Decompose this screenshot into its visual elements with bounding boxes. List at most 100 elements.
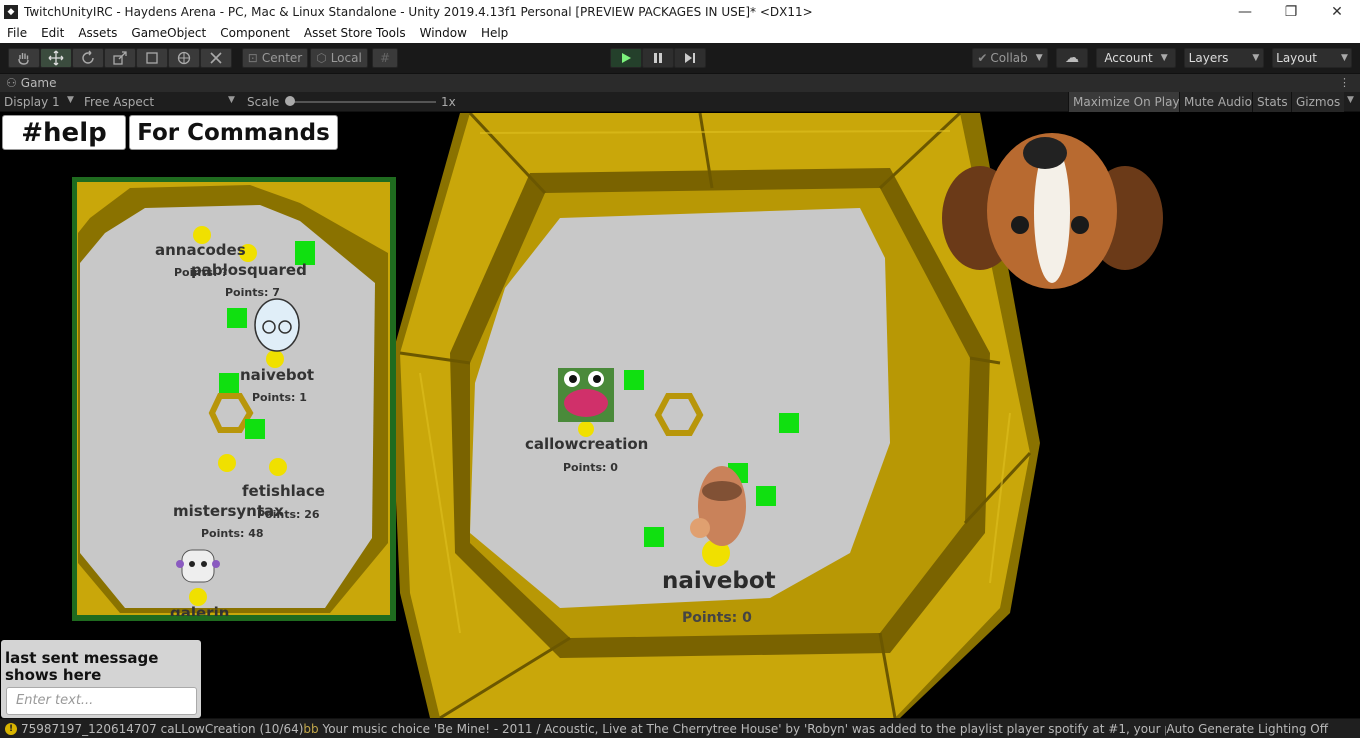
chevron-down-icon: ▼ — [1252, 53, 1260, 63]
player-name: pablosquared — [191, 261, 307, 279]
cloud-button[interactable]: ☁ — [1056, 48, 1088, 68]
aspect-dropdown[interactable]: Free Aspect — [84, 95, 154, 109]
transform-tool-button[interactable] — [168, 48, 200, 68]
tab-options-icon[interactable]: ⋮ — [1339, 76, 1350, 89]
menu-asset-store-tools[interactable]: Asset Store Tools — [297, 23, 413, 43]
main-toolbar: ⊡ Center ⬡ Local # ✔ Collab ▼ ☁ Account — [0, 43, 1360, 73]
player-points: Points: 7 — [225, 286, 280, 299]
player-name: naivebot — [662, 568, 776, 594]
layout-label: Layout — [1276, 51, 1317, 65]
player-name: fetishlace — [242, 482, 325, 500]
play-icon — [622, 53, 631, 63]
chevron-down-icon: ▼ — [228, 95, 235, 105]
player-name: callowcreation — [525, 435, 649, 453]
pause-icon — [654, 53, 662, 63]
scale-label: Scale — [247, 95, 280, 109]
collab-dropdown[interactable]: ✔ Collab ▼ — [972, 48, 1048, 68]
title-bar: ◆ TwitchUnityIRC - Haydens Arena - PC, M… — [0, 0, 1360, 23]
custom-tool-button[interactable] — [200, 48, 232, 68]
layers-label: Layers — [1188, 51, 1229, 65]
pivot-local-button[interactable]: ⬡ Local — [310, 48, 368, 68]
maximize-button[interactable]: ❐ — [1268, 0, 1314, 23]
hand-tool-button[interactable] — [8, 48, 40, 68]
cloud-icon: ☁ — [1065, 50, 1079, 66]
status-bar: ! 75987197_120614707 caLLowCreation (10/… — [0, 718, 1360, 738]
cube — [219, 373, 239, 393]
gizmos-dropdown[interactable]: Gizmos — [1291, 92, 1345, 112]
minimize-button[interactable]: — — [1222, 0, 1268, 23]
close-button[interactable]: ✕ — [1314, 0, 1360, 23]
gamepad-icon: ⚇ — [6, 76, 17, 90]
account-dropdown[interactable]: Account ▼ — [1096, 48, 1176, 68]
tab-game[interactable]: ⚇ Game — [6, 76, 57, 90]
mute-audio-toggle[interactable]: Mute Audio — [1179, 92, 1256, 112]
collab-check-icon: ✔ — [977, 51, 988, 65]
menu-help[interactable]: Help — [474, 23, 515, 43]
menu-edit[interactable]: Edit — [34, 23, 71, 43]
scale-slider-track[interactable] — [288, 101, 436, 103]
chevron-down-icon: ▼ — [1160, 53, 1168, 63]
chevron-down-icon: ▼ — [1035, 53, 1043, 63]
chat-input[interactable]: Enter text... — [6, 687, 197, 715]
rect-icon — [146, 52, 158, 64]
layout-dropdown[interactable]: Layout ▼ — [1272, 48, 1352, 68]
lighting-status[interactable]: Auto Generate Lighting Off — [1166, 722, 1360, 736]
tab-game-label: Game — [20, 76, 57, 90]
scale-value: 1x — [441, 95, 456, 109]
chevron-down-icon: ▼ — [1340, 53, 1348, 63]
display-dropdown[interactable]: Display 1 — [4, 95, 60, 109]
player-points: Points: 48 — [201, 527, 264, 540]
step-icon — [685, 53, 695, 63]
menu-bar: File Edit Assets GameObject Component As… — [0, 23, 1360, 43]
last-message-label: last sent message shows here — [5, 649, 159, 684]
tools-icon — [210, 52, 222, 64]
player-points: Points: 0 — [682, 610, 752, 626]
account-label: Account — [1104, 51, 1153, 65]
local-cube-icon: ⬡ — [316, 51, 327, 65]
chevron-down-icon: ▼ — [1347, 95, 1354, 105]
rotate-tool-button[interactable] — [72, 48, 104, 68]
unity-logo-icon: ◆ — [4, 4, 18, 19]
game-tab-row: ⚇ Game ⋮ — [0, 73, 1360, 92]
grid-snap-button[interactable]: # — [372, 48, 398, 68]
rect-tool-button[interactable] — [136, 48, 168, 68]
commands-banner: For Commands — [129, 115, 338, 150]
stats-toggle[interactable]: Stats — [1252, 92, 1292, 112]
pivot-center-label: Center — [261, 51, 303, 65]
cube — [227, 308, 247, 328]
menu-component[interactable]: Component — [213, 23, 297, 43]
play-button[interactable] — [610, 48, 642, 68]
grid-icon: # — [379, 51, 391, 65]
menu-assets[interactable]: Assets — [71, 23, 124, 43]
scale-tool-button[interactable] — [104, 48, 136, 68]
layers-dropdown[interactable]: Layers ▼ — [1184, 48, 1264, 68]
pause-button[interactable] — [642, 48, 674, 68]
arena-floor — [470, 208, 890, 608]
console-prefix: 75987197_120614707 caLLowCreation (10/64… — [21, 721, 304, 736]
scale-icon — [113, 51, 127, 65]
move-tool-button[interactable] — [40, 48, 72, 68]
warning-icon: ! — [5, 722, 17, 735]
collab-label: Collab — [990, 51, 1028, 65]
frog-avatar — [558, 368, 614, 422]
scale-slider-handle[interactable] — [285, 96, 295, 106]
player-name: naivebot — [240, 366, 315, 384]
game-view[interactable]: #help For Commands annacodes Points: ? p… — [0, 113, 1360, 718]
main-arena — [390, 113, 1040, 718]
step-button[interactable] — [674, 48, 706, 68]
maximize-on-play-toggle[interactable]: Maximize On Play — [1068, 92, 1184, 112]
menu-gameobject[interactable]: GameObject — [124, 23, 213, 43]
menu-window[interactable]: Window — [413, 23, 474, 43]
pivot-center-button[interactable]: ⊡ Center — [242, 48, 308, 68]
cube — [624, 370, 644, 390]
player-name: mistersyntax — [173, 502, 284, 520]
console-last-message[interactable]: 75987197_120614707 caLLowCreation (10/64… — [21, 722, 1166, 736]
menu-file[interactable]: File — [0, 23, 34, 43]
cube — [779, 413, 799, 433]
pivot-local-label: Local — [330, 51, 362, 65]
console-message: Your music choice 'Be Mine! - 2011 / Aco… — [318, 721, 1167, 736]
move-icon — [48, 50, 64, 66]
unity-editor-window: ◆ TwitchUnityIRC - Haydens Arena - PC, M… — [0, 0, 1360, 738]
player-name: annacodes — [155, 241, 246, 259]
cube — [644, 527, 664, 547]
